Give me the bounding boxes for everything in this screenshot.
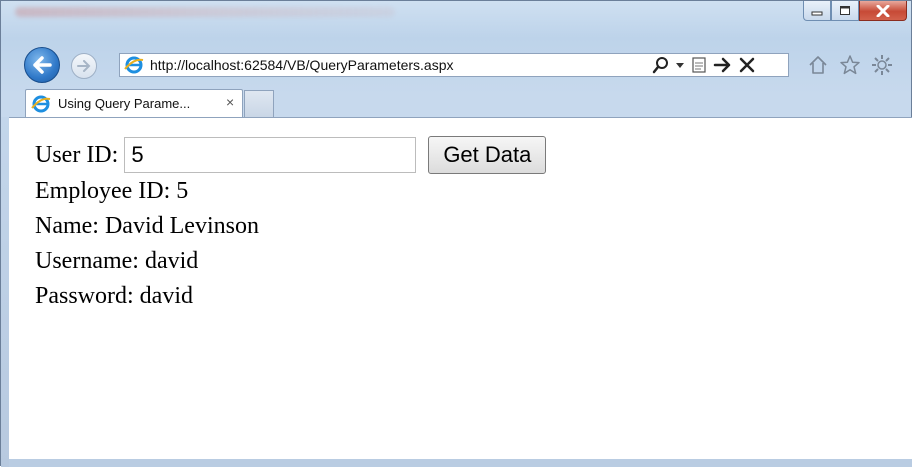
browser-window: http://localhost:62584/VB/QueryParameter… [0,0,912,467]
back-button[interactable] [24,47,60,83]
window-controls [803,1,907,21]
home-icon[interactable] [807,53,829,77]
back-arrow-icon [33,56,52,74]
forward-arrow-icon [77,60,91,72]
minimize-button[interactable] [803,1,831,21]
new-tab-button[interactable] [244,90,274,117]
maximize-button[interactable] [831,1,859,21]
url-text[interactable]: http://localhost:62584/VB/QueryParameter… [150,57,454,73]
employee-id-text: Employee ID: 5 [35,178,189,204]
address-bar-tools [652,55,756,75]
title-bar [1,1,912,39]
window-frame-left [1,117,9,467]
query-parameters-page: User ID: Get Data Employee ID: 5 Name: D… [35,136,547,314]
forward-button[interactable] [71,53,97,79]
password-text: Password: david [35,283,193,309]
maximize-icon [840,6,850,15]
username-text: Username: david [35,248,199,274]
compatibility-view-icon[interactable] [690,55,708,75]
blurred-window-title [15,7,395,17]
get-data-button[interactable]: Get Data [428,136,547,174]
name-text: Name: David Levinson [35,213,259,239]
favorites-star-icon[interactable] [839,53,861,77]
minimize-icon [811,11,823,15]
address-bar[interactable]: http://localhost:62584/VB/QueryParameter… [119,53,789,77]
search-icon[interactable] [652,55,670,75]
ie-tab-icon [31,95,51,118]
navigation-bar: http://localhost:62584/VB/QueryParameter… [1,39,912,83]
ie-page-icon [124,56,144,79]
userid-input[interactable] [124,137,417,173]
tab-using-query-parameters[interactable]: Using Query Parame... × [25,89,243,117]
userid-form-row: User ID: Get Data [35,136,547,174]
tab-close-icon[interactable]: × [226,94,234,110]
tab-bar: Using Query Parame... × [1,83,912,117]
tab-label: Using Query Parame... [58,96,191,111]
close-icon [876,4,890,17]
close-button[interactable] [859,1,907,21]
stop-icon[interactable] [738,55,756,75]
settings-gear-icon[interactable] [871,53,893,77]
browser-tool-icons [807,53,893,77]
go-arrow-icon[interactable] [713,55,733,75]
dropdown-caret-icon[interactable] [675,55,685,75]
page-content: User ID: Get Data Employee ID: 5 Name: D… [9,117,912,461]
userid-label: User ID: [35,142,119,168]
